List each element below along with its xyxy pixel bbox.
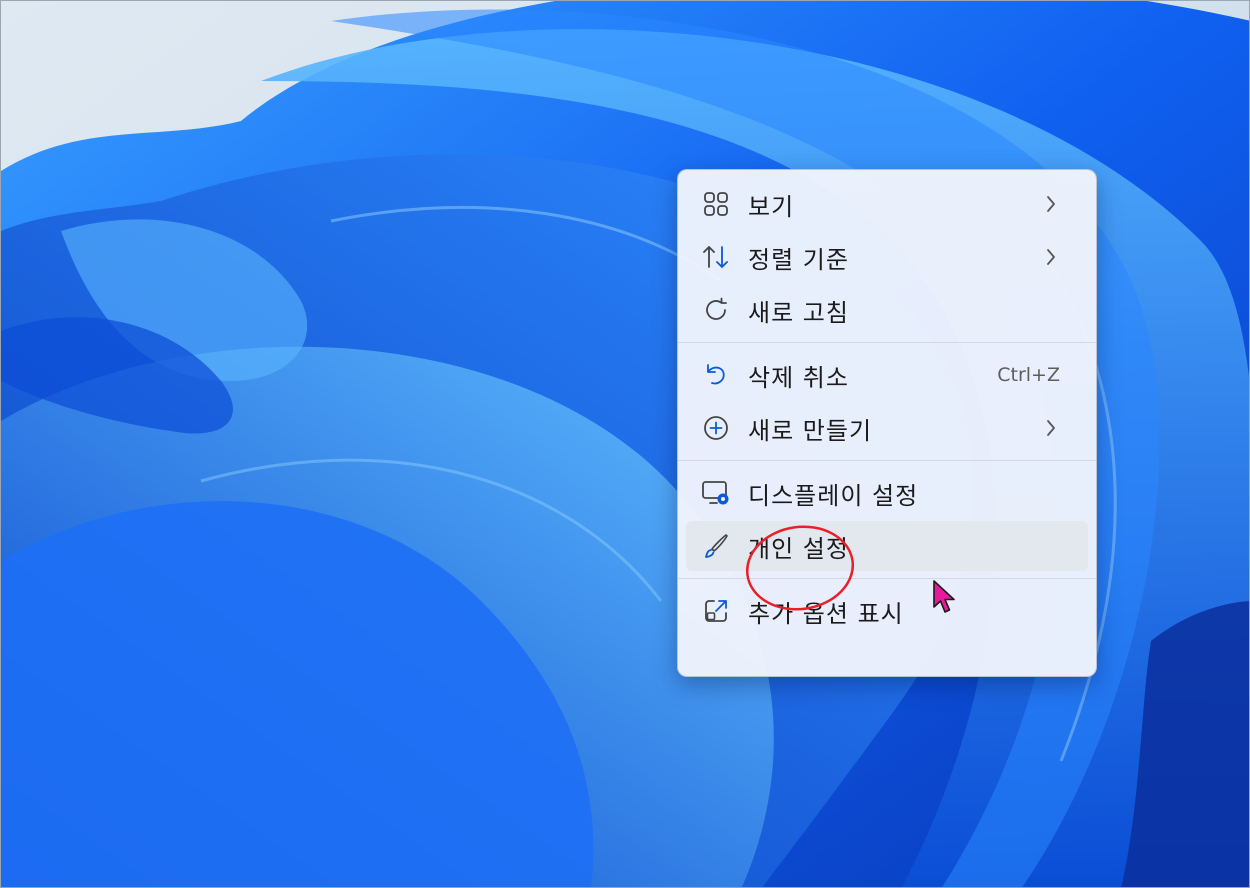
- add-circle-icon: [700, 412, 732, 444]
- brush-icon: [700, 530, 732, 562]
- menu-item-label: 삭제 취소: [748, 363, 849, 392]
- menu-item-sort-by[interactable]: 정렬 기준: [686, 232, 1088, 282]
- shortcut-hint: Ctrl+Z: [997, 364, 1060, 386]
- menu-item-new[interactable]: 새로 만들기: [686, 403, 1088, 453]
- menu-separator: [678, 578, 1096, 579]
- menu-item-personalize[interactable]: 개인 설정: [686, 521, 1088, 571]
- menu-item-label: 정렬 기준: [748, 245, 849, 274]
- menu-item-label: 개인 설정: [748, 534, 849, 563]
- undo-icon: [700, 359, 732, 391]
- menu-item-label: 디스플레이 설정: [748, 481, 919, 510]
- desktop-context-menu: 보기 정렬 기준 새로 고침 삭제 취소 Ctrl+Z 새로 만들기 디스플레이…: [677, 169, 1097, 677]
- menu-item-label: 새로 만들기: [748, 416, 873, 445]
- mouse-pointer-icon: [933, 580, 955, 613]
- menu-separator: [678, 460, 1096, 461]
- chevron-right-icon: [1044, 418, 1058, 438]
- menu-item-undo-delete[interactable]: 삭제 취소 Ctrl+Z: [686, 350, 1088, 400]
- menu-item-show-more-options[interactable]: 추가 옵션 표시: [686, 586, 1088, 636]
- chevron-right-icon: [1044, 247, 1058, 267]
- chevron-right-icon: [1044, 194, 1058, 214]
- menu-item-view[interactable]: 보기: [686, 179, 1088, 229]
- sort-icon: [700, 241, 732, 273]
- menu-item-refresh[interactable]: 새로 고침: [686, 285, 1088, 335]
- desktop[interactable]: 보기 정렬 기준 새로 고침 삭제 취소 Ctrl+Z 새로 만들기 디스플레이…: [0, 0, 1250, 888]
- grid-icon: [700, 188, 732, 220]
- menu-item-label: 보기: [748, 192, 795, 221]
- refresh-icon: [700, 294, 732, 326]
- menu-separator: [678, 342, 1096, 343]
- menu-item-label: 새로 고침: [748, 298, 849, 327]
- open-external-icon: [700, 595, 732, 627]
- menu-item-display-settings[interactable]: 디스플레이 설정: [686, 468, 1088, 518]
- display-settings-icon: [700, 477, 732, 509]
- menu-item-label: 추가 옵션 표시: [748, 599, 904, 628]
